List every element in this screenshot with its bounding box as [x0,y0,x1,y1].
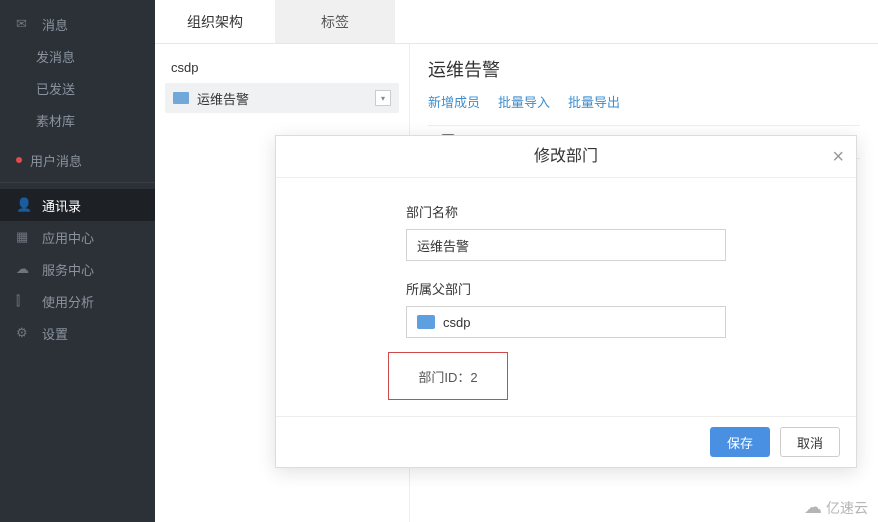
sidebar-item-analytics[interactable]: ⫿ 使用分析 [0,285,155,317]
dept-name-label: 部门名称 [406,202,856,221]
action-bulk-export[interactable]: 批量导出 [568,92,620,111]
cloud-icon: ☁ [804,497,822,518]
sidebar-item-apps[interactable]: ▦ 应用中心 [0,221,155,253]
cancel-button[interactable]: 取消 [780,427,840,457]
chart-icon: ⫿ [16,293,30,309]
modal-footer: 保存 取消 [276,416,856,467]
divider [0,182,155,183]
message-icon: ✉ [16,16,30,32]
sidebar-item-userinfo[interactable]: 用户消息 [0,144,155,176]
tab-tags[interactable]: 标签 [275,0,395,43]
user-icon: 👤 [16,197,30,213]
cloud-icon: ☁ [16,261,30,277]
close-icon[interactable]: × [832,136,844,178]
grid-icon: ▦ [16,229,30,245]
action-bulk-import[interactable]: 批量导入 [498,92,550,111]
tree-root[interactable]: csdp [165,60,399,75]
tree-node[interactable]: 运维告警 ▾ [165,83,399,113]
modal-header: 修改部门 × [276,136,856,178]
dept-name-field[interactable] [406,229,726,261]
sidebar-item-sent[interactable]: 已发送 [0,72,155,104]
parent-dept-field[interactable]: csdp [406,306,726,338]
sidebar-item-assets[interactable]: 素材库 [0,104,155,136]
modal-title: 修改部门 [534,148,598,165]
sidebar-item-settings[interactable]: ⚙ 设置 [0,317,155,349]
sidebar-item-services[interactable]: ☁ 服务中心 [0,253,155,285]
parent-dept-label: 所属父部门 [406,279,856,298]
action-bar: 新增成员 批量导入 批量导出 [428,92,860,111]
watermark: ☁ 亿速云 [804,497,868,518]
notification-dot-icon [16,157,22,163]
edit-dept-modal: 修改部门 × 部门名称 所属父部门 csdp 部门ID：2 保存 取消 [275,135,857,468]
sidebar-label: 消息 [42,15,68,34]
sidebar: ✉ 消息 发消息 已发送 素材库 用户消息 👤 通讯录 ▦ 应用中心 ☁ 服务中… [0,0,155,522]
page-title: 运维告警 [428,56,860,82]
sidebar-group-messages[interactable]: ✉ 消息 [0,8,155,40]
dropdown-icon[interactable]: ▾ [375,90,391,106]
tabs: 组织架构 标签 [155,0,878,44]
dept-name-input[interactable] [417,238,715,253]
sidebar-item-contacts[interactable]: 👤 通讯录 [0,189,155,221]
dept-id-text: 部门ID：2 [418,367,477,386]
save-button[interactable]: 保存 [710,427,770,457]
tab-org[interactable]: 组织架构 [155,0,275,43]
folder-icon [173,92,189,104]
gear-icon: ⚙ [16,325,30,341]
sidebar-item-send[interactable]: 发消息 [0,40,155,72]
folder-icon [417,315,435,329]
action-add-member[interactable]: 新增成员 [428,92,480,111]
dept-id-box: 部门ID：2 [388,352,508,400]
